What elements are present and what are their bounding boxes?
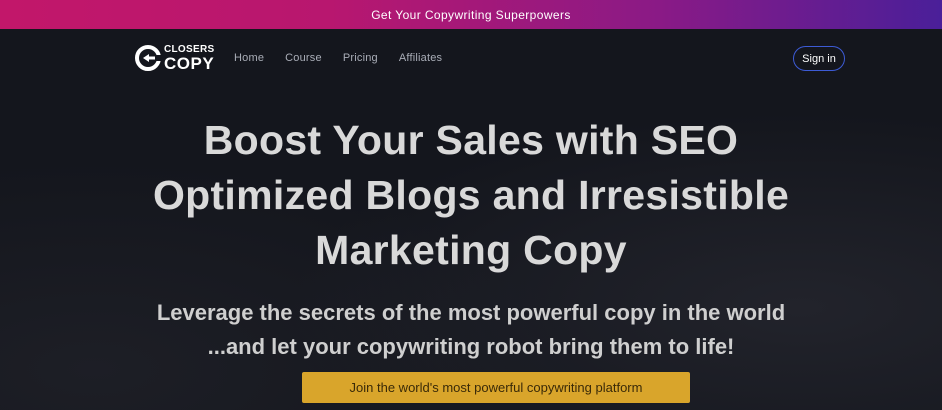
- page: Get Your Copywriting Superpowers CLOSERS…: [0, 0, 942, 410]
- hero-subtitle-line-2: ...and let your copywriting robot bring …: [207, 334, 735, 359]
- nav-link-pricing[interactable]: Pricing: [343, 52, 378, 64]
- promo-banner-link[interactable]: Get Your Copywriting Superpowers: [0, 0, 942, 29]
- logo-line-copy: COPY: [164, 53, 215, 73]
- top-navigation: CLOSERS COPY Home Course Pricing Affilia…: [0, 29, 942, 91]
- nav-link-home[interactable]: Home: [234, 52, 264, 64]
- sign-in-button[interactable]: Sign in: [793, 46, 845, 71]
- nav-link-course[interactable]: Course: [285, 52, 322, 64]
- hero-title-line-2: Optimized Blogs and Irresistible: [152, 172, 790, 218]
- promo-banner-text: Get Your Copywriting Superpowers: [371, 7, 571, 22]
- logo-wordmark: CLOSERS COPY: [164, 43, 215, 73]
- hero-subtitle: Leverage the secrets of the most powerfu…: [100, 296, 842, 364]
- join-platform-button[interactable]: Join the world's most powerful copywriti…: [302, 372, 690, 403]
- hero-title-line-3: Marketing Copy: [315, 227, 627, 273]
- logo-link[interactable]: CLOSERS COPY: [134, 44, 214, 72]
- primary-nav: Home Course Pricing Affiliates: [234, 52, 463, 64]
- logo-line-closers: CLOSERS: [164, 43, 215, 55]
- hero-title: Boost Your Sales with SEO Optimized Blogs…: [100, 113, 842, 278]
- hero-title-line-1: Boost Your Sales with SEO: [203, 117, 739, 163]
- closerscopy-logo-icon: [135, 45, 162, 71]
- hero-subtitle-line-1: Leverage the secrets of the most powerfu…: [156, 300, 786, 325]
- nav-link-affiliates[interactable]: Affiliates: [399, 52, 442, 64]
